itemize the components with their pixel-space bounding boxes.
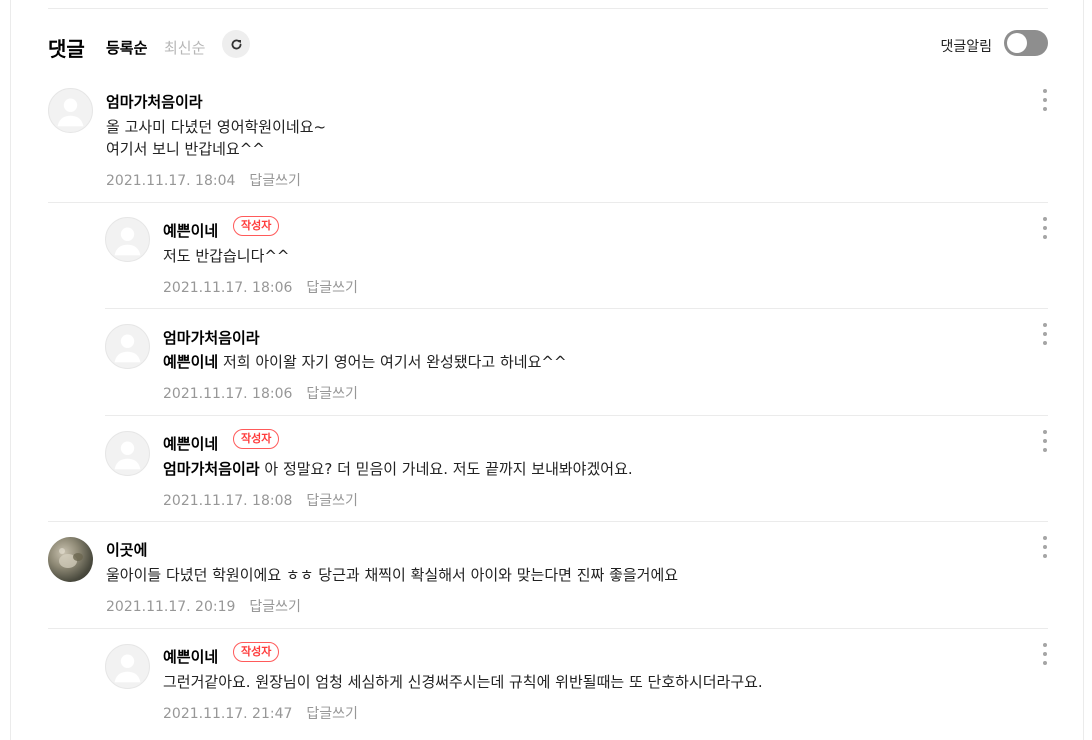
comment-text: 저도 반갑습니다^^ <box>163 247 290 265</box>
comment-date: 2021.11.17. 20:19 <box>106 599 236 615</box>
comment-date: 2021.11.17. 21:47 <box>163 706 293 722</box>
default-profile-icon <box>57 98 84 127</box>
comment-meta: 2021.11.17. 18:08 답글쓰기 <box>163 490 358 510</box>
comment-divider <box>48 521 1048 522</box>
comment-body: 저희 아이왈 자기 영어는 여기서 완성됐다고 하네요^^ <box>218 353 567 371</box>
reply-button[interactable]: 답글쓰기 <box>249 599 301 615</box>
comment-header: 댓글 등록순 최신순 댓글알림 <box>48 30 1048 61</box>
comment-text: 올 고사미 다녔던 영어학원이네요~ <box>106 118 327 136</box>
comment-nickname[interactable]: 예쁜이네 <box>163 220 218 241</box>
more-options-icon[interactable] <box>1040 643 1050 665</box>
comment-body: 아 정말요? 더 믿음이 가네요. 저도 끝까지 보내봐야겠어요. <box>259 460 633 478</box>
avatar[interactable] <box>105 431 150 476</box>
reply-button[interactable]: 답글쓰기 <box>306 706 358 722</box>
comment-nickname[interactable]: 예쁜이네 <box>163 646 218 667</box>
mention-nickname[interactable]: 예쁜이네 <box>163 353 218 371</box>
comment-meta: 2021.11.17. 18:06 답글쓰기 <box>163 383 358 403</box>
comment-date: 2021.11.17. 18:04 <box>106 173 236 189</box>
more-options-icon[interactable] <box>1040 430 1050 452</box>
comment-text: 예쁜이네 저희 아이왈 자기 영어는 여기서 완성됐다고 하네요^^ <box>163 351 567 373</box>
comment-divider <box>48 628 1048 629</box>
sort-latest-button[interactable]: 최신순 <box>164 37 205 58</box>
comment-notify-toggle[interactable] <box>1004 30 1048 56</box>
more-options-icon[interactable] <box>1040 89 1050 111</box>
comment-meta: 2021.11.17. 20:19 답글쓰기 <box>106 596 301 616</box>
comment-text: 울아이들 다녔던 학원이에요 ㅎㅎ 당근과 채찍이 확실해서 아이와 맞는다면 … <box>106 566 679 584</box>
default-profile-icon <box>114 441 141 470</box>
comment-nickname[interactable]: 엄마가처음이라 <box>163 327 260 348</box>
reply-button[interactable]: 답글쓰기 <box>306 280 358 296</box>
refresh-icon <box>231 39 241 49</box>
author-badge: 작성자 <box>233 429 280 449</box>
sort-registered-button[interactable]: 등록순 <box>106 37 147 58</box>
profile-photo <box>59 548 83 568</box>
more-options-icon[interactable] <box>1040 217 1050 239</box>
more-options-icon[interactable] <box>1040 536 1050 558</box>
default-profile-icon <box>114 227 141 256</box>
reply-button[interactable]: 답글쓰기 <box>306 493 358 509</box>
comment-text: 엄마가처음이라 아 정말요? 더 믿음이 가네요. 저도 끝까지 보내봐야겠어요… <box>163 458 633 480</box>
comment-nickname[interactable]: 엄마가처음이라 <box>106 91 203 112</box>
author-badge: 작성자 <box>233 216 280 236</box>
mention-nickname[interactable]: 엄마가처음이라 <box>163 460 260 478</box>
author-badge: 작성자 <box>233 642 280 662</box>
comment-date: 2021.11.17. 18:06 <box>163 280 293 296</box>
comment-divider <box>105 415 1048 416</box>
refresh-button[interactable] <box>222 30 250 58</box>
comment-divider <box>105 308 1048 309</box>
comment-nickname[interactable]: 이곳에 <box>106 539 147 560</box>
avatar[interactable] <box>105 324 150 369</box>
comment-text: 여기서 보니 반갑네요^^ <box>106 140 265 158</box>
more-options-icon[interactable] <box>1040 323 1050 345</box>
reply-button[interactable]: 답글쓰기 <box>249 173 301 189</box>
comment-section-title: 댓글 <box>48 37 85 61</box>
comment-meta: 2021.11.17. 21:47 답글쓰기 <box>163 703 358 723</box>
avatar[interactable] <box>48 537 93 582</box>
comment-date: 2021.11.17. 18:06 <box>163 386 293 402</box>
comment-meta: 2021.11.17. 18:06 답글쓰기 <box>163 277 358 297</box>
toggle-knob <box>1007 33 1027 53</box>
avatar[interactable] <box>105 217 150 262</box>
avatar[interactable] <box>105 644 150 689</box>
default-profile-icon <box>114 334 141 363</box>
comment-date: 2021.11.17. 18:08 <box>163 493 293 509</box>
comment-meta: 2021.11.17. 18:04 답글쓰기 <box>106 170 301 190</box>
comment-notify-label: 댓글알림 <box>940 39 992 55</box>
avatar[interactable] <box>48 88 93 133</box>
comment-text: 그런거같아요. 원장님이 엄청 세심하게 신경써주시는데 규칙에 위반될때는 또… <box>163 673 763 691</box>
reply-button[interactable]: 답글쓰기 <box>306 386 358 402</box>
top-divider <box>48 8 1048 9</box>
comment-nickname[interactable]: 예쁜이네 <box>163 433 218 454</box>
default-profile-icon <box>114 654 141 683</box>
comment-divider <box>48 202 1048 203</box>
